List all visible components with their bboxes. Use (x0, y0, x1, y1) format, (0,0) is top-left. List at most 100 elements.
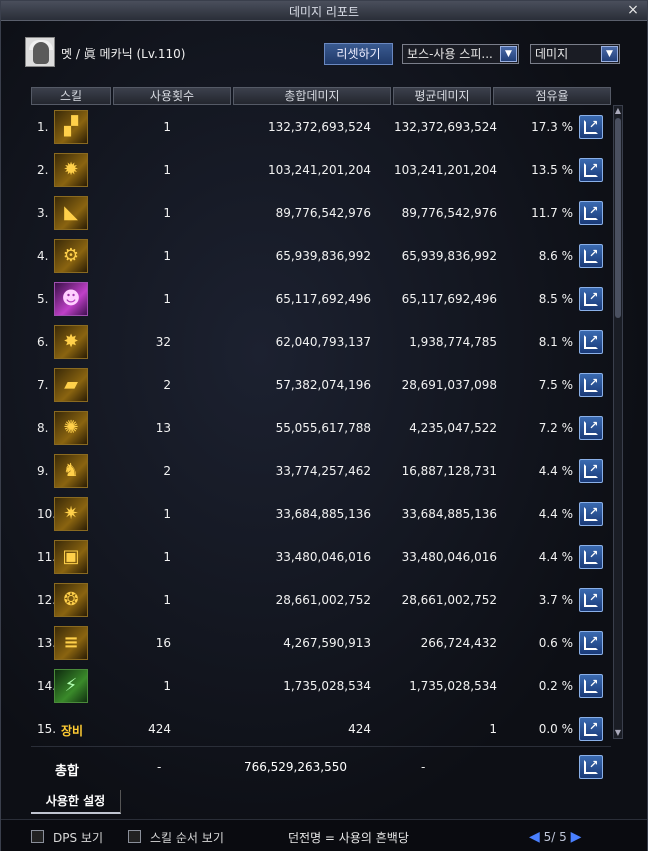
skill-glyph: ◣ (64, 202, 78, 223)
total-row: 총합 - 766,529,263,550 - ↗ (31, 746, 611, 786)
share-percent: 8.6 % (538, 249, 573, 263)
column-header-total[interactable]: 총합데미지 (233, 87, 391, 105)
share-percent: 0.6 % (538, 636, 573, 650)
share-button[interactable]: ↗ (579, 373, 603, 397)
explosion-skill-icon: ✸ (54, 325, 88, 359)
share-button[interactable]: ↗ (579, 244, 603, 268)
row-number: 7. (37, 378, 49, 392)
use-count: 1 (163, 593, 171, 607)
boss-select[interactable]: 보스-사용 스피... ▼ (402, 44, 519, 64)
share-percent: 0.0 % (538, 722, 573, 736)
share-percent: 17.3 % (531, 120, 573, 134)
avg-damage: 28,661,002,752 (401, 593, 497, 607)
use-count: 1 (163, 163, 171, 177)
share-arrow-icon: ↗ (589, 462, 599, 475)
tab-used-settings[interactable]: 사용한 설정 (31, 790, 121, 814)
use-count: 2 (163, 464, 171, 478)
column-header-count[interactable]: 사용횟수 (113, 87, 231, 105)
module-skill-icon: ⚡ (54, 669, 88, 703)
chevron-down-icon[interactable]: ▼ (500, 46, 517, 62)
table-header: 스킬 사용횟수 총합데미지 평균데미지 점유율 (31, 87, 611, 105)
share-button[interactable]: ↗ (579, 158, 603, 182)
column-header-skill[interactable]: 스킬 (31, 87, 111, 105)
avg-damage: 89,776,542,976 (401, 206, 497, 220)
share-button[interactable]: ↗ (579, 459, 603, 483)
avg-damage: 33,684,885,136 (401, 507, 497, 521)
window-title: 데미지 리포트 (288, 5, 360, 19)
use-count: 1 (163, 120, 171, 134)
skill-glyph: ≡ (63, 632, 79, 653)
table-row: 11. ▣ 1 33,480,046,016 33,480,046,016 4.4 % ↗ (31, 535, 611, 578)
chevron-down-icon[interactable]: ▼ (601, 46, 618, 62)
share-arrow-icon: ↗ (589, 758, 599, 771)
skill-order-checkbox[interactable] (128, 830, 141, 843)
column-header-avg[interactable]: 평균데미지 (393, 87, 491, 105)
laser-skill-icon: ◣ (54, 196, 88, 230)
share-percent: 4.4 % (538, 507, 573, 521)
use-count: 1 (163, 292, 171, 306)
rail-skill-icon: ≡ (54, 626, 88, 660)
share-button[interactable]: ↗ (579, 545, 603, 569)
skill-glyph: ⚙ (62, 245, 80, 266)
row-number: 1. (37, 120, 49, 134)
avg-damage: 1,938,774,785 (409, 335, 497, 349)
table-row: 9. ♞ 2 33,774,257,462 16,887,128,731 4.4 % ↗ (31, 449, 611, 492)
total-damage: 33,684,885,136 (275, 507, 371, 521)
avg-damage: 266,724,432 (420, 636, 497, 650)
skill-glyph: ♞ (62, 460, 80, 481)
share-button[interactable]: ↗ (579, 502, 603, 526)
scroll-thumb[interactable] (615, 118, 621, 318)
scrollbar[interactable]: ▲ ▼ (613, 105, 623, 739)
title-bar[interactable]: 데미지 리포트 × (1, 1, 647, 21)
avg-damage: 28,691,037,098 (401, 378, 497, 392)
skill-glyph: ☻ (61, 288, 81, 309)
scroll-down-icon[interactable]: ▼ (614, 728, 622, 738)
skill-order-label[interactable]: 스킬 순서 보기 (150, 829, 224, 846)
next-page-icon[interactable]: ▶ (571, 829, 582, 845)
scroll-up-icon[interactable]: ▲ (614, 106, 622, 116)
total-damage: 89,776,542,976 (275, 206, 371, 220)
share-button[interactable]: ↗ (579, 717, 603, 741)
use-count: 13 (155, 421, 171, 435)
prev-page-icon[interactable]: ◀ (529, 829, 540, 845)
type-select[interactable]: 데미지 ▼ (530, 44, 620, 64)
share-button[interactable]: ↗ (579, 755, 603, 779)
share-button[interactable]: ↗ (579, 416, 603, 440)
share-button[interactable]: ↗ (579, 201, 603, 225)
share-percent: 8.1 % (538, 335, 573, 349)
skill-glyph: ▰ (64, 374, 78, 395)
share-button[interactable]: ↗ (579, 330, 603, 354)
type-select-value: 데미지 (535, 47, 569, 61)
pager: ◀ 5/ 5 ▶ (529, 829, 581, 845)
share-arrow-icon: ↗ (589, 720, 599, 733)
close-icon[interactable]: × (625, 2, 641, 18)
avg-damage: 103,241,201,204 (393, 163, 497, 177)
avg-damage: 4,235,047,522 (409, 421, 497, 435)
table-row: 5. ☻ 1 65,117,692,496 65,117,692,496 8.5 % ↗ (31, 277, 611, 320)
share-button[interactable]: ↗ (579, 588, 603, 612)
total-damage: 65,939,836,992 (275, 249, 371, 263)
share-percent: 7.5 % (538, 378, 573, 392)
share-button[interactable]: ↗ (579, 674, 603, 698)
dungeon-hint: 던전명 = 사용의 흔백당 (288, 831, 409, 845)
row-number: 6. (37, 335, 49, 349)
reset-button[interactable]: 리셋하기 (324, 43, 393, 65)
row-number: 3. (37, 206, 49, 220)
boss-select-value: 보스-사용 스피... (407, 47, 493, 61)
character-name: 멧 / 眞 메카닉 (Lv.110) (61, 47, 186, 61)
table-row: 7. ▰ 2 57,382,074,196 28,691,037,098 7.5 % ↗ (31, 363, 611, 406)
share-arrow-icon: ↗ (589, 247, 599, 260)
column-header-share[interactable]: 점유율 (493, 87, 611, 105)
share-button[interactable]: ↗ (579, 115, 603, 139)
drone-skill-icon: ▣ (54, 540, 88, 574)
share-button[interactable]: ↗ (579, 631, 603, 655)
table-row: 3. ◣ 1 89,776,542,976 89,776,542,976 11.7 % ↗ (31, 191, 611, 234)
share-percent: 0.2 % (538, 679, 573, 693)
share-arrow-icon: ↗ (589, 591, 599, 604)
dps-checkbox-label[interactable]: DPS 보기 (53, 829, 103, 846)
dps-checkbox[interactable] (31, 830, 44, 843)
share-button[interactable]: ↗ (579, 287, 603, 311)
total-damage: 1,735,028,534 (283, 679, 371, 693)
table-row: 14. ⚡ 1 1,735,028,534 1,735,028,534 0.2 % ↗ (31, 664, 611, 707)
total-damage: 33,480,046,016 (275, 550, 371, 564)
